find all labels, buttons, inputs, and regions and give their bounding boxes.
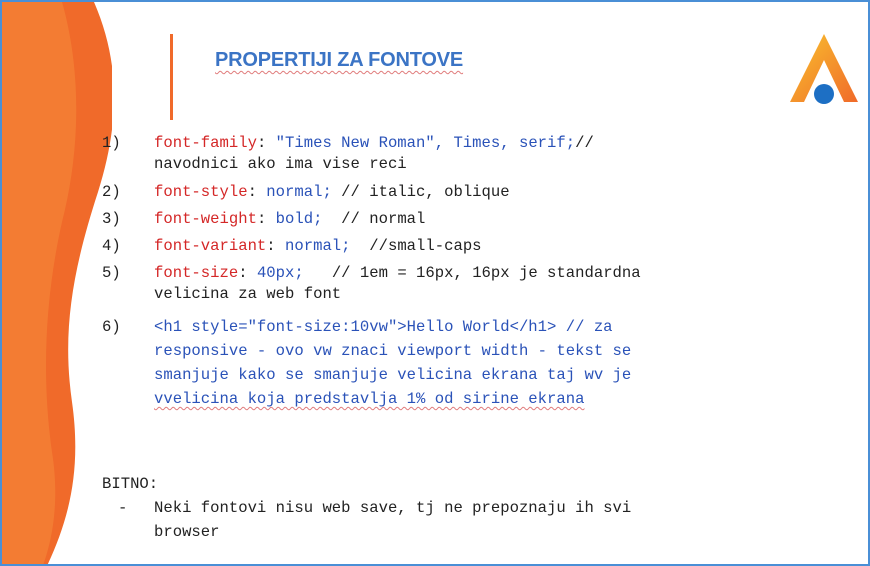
separator: : bbox=[247, 183, 267, 201]
slide: PROPERTIJI ZA FONTOVE 1) font-family: "T… bbox=[0, 0, 870, 566]
note-line: Neki fontovi nisu web save, tj ne prepoz… bbox=[154, 499, 632, 517]
bullet: - bbox=[118, 499, 128, 517]
list-item: font-size: 40px; // 1em = 16px, 16px je … bbox=[154, 264, 641, 283]
property-name: font-weight bbox=[154, 210, 257, 228]
code-line: smanjuje kako se smanjuje velicina ekran… bbox=[154, 366, 632, 384]
item-number: 2) bbox=[102, 183, 121, 201]
separator: : bbox=[256, 134, 276, 152]
comment: // normal bbox=[322, 210, 426, 228]
property-name: font-variant bbox=[154, 237, 267, 255]
item-number: 1) bbox=[102, 134, 121, 152]
title-accent-bar bbox=[170, 34, 173, 120]
property-value: normal; bbox=[285, 237, 351, 255]
item-number: 6) bbox=[102, 318, 121, 336]
list-item: font-weight: bold; // normal bbox=[154, 210, 425, 229]
comment-continuation: navodnici ako ima vise reci bbox=[154, 155, 407, 173]
code-line: <h1 style="font-size:10vw">Hello World</… bbox=[154, 318, 613, 336]
separator: : bbox=[266, 237, 286, 255]
list-item: font-style: normal; // italic, oblique bbox=[154, 183, 510, 202]
item-number: 3) bbox=[102, 210, 121, 228]
item-number: 5) bbox=[102, 264, 121, 282]
property-name: font-size bbox=[154, 264, 239, 282]
comment: // bbox=[575, 134, 594, 152]
note-line: browser bbox=[154, 523, 220, 541]
comment: // 1em = 16px, 16px je standardna bbox=[303, 264, 641, 282]
separator: : bbox=[256, 210, 276, 228]
property-value: normal; bbox=[266, 183, 332, 201]
separator: : bbox=[238, 264, 257, 282]
code-line: responsive - ovo vw znaci viewport width… bbox=[154, 342, 632, 360]
property-value: 40px; bbox=[256, 264, 304, 282]
comment-continuation: velicina za web font bbox=[154, 285, 342, 303]
list-item: font-variant: normal; //small-caps bbox=[154, 237, 482, 256]
item-number: 4) bbox=[102, 237, 121, 255]
note-heading: BITNO: bbox=[102, 475, 159, 493]
property-value: bold; bbox=[275, 210, 323, 228]
slide-title: PROPERTIJI ZA FONTOVE bbox=[215, 49, 464, 71]
stylized-A-logo-icon bbox=[790, 34, 858, 104]
property-name: font-family bbox=[154, 134, 257, 152]
code-line: vvelicina koja predstavlja 1% od sirine … bbox=[154, 390, 585, 408]
comment: // italic, oblique bbox=[331, 183, 510, 201]
orange-wave-decoration bbox=[2, 2, 112, 564]
comment: //small-caps bbox=[350, 237, 482, 255]
property-value: "Times New Roman", Times, serif; bbox=[275, 134, 576, 152]
list-item: font-family: "Times New Roman", Times, s… bbox=[154, 134, 594, 153]
property-name: font-style bbox=[154, 183, 248, 201]
